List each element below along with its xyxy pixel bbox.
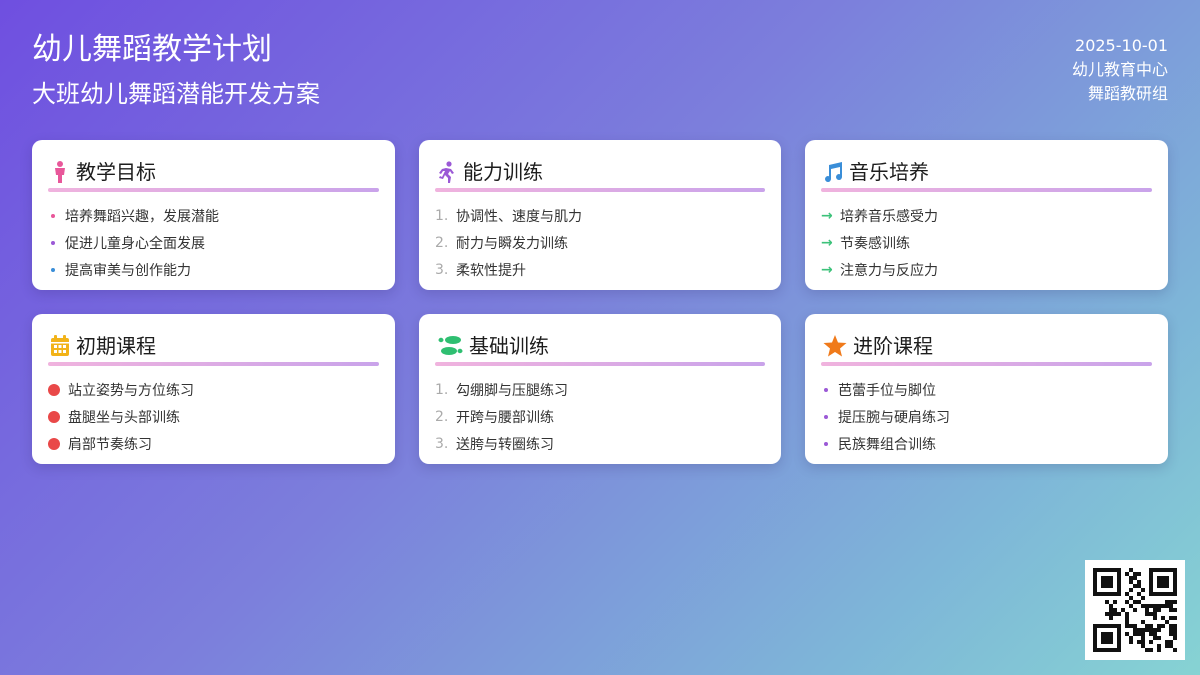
list-item: → 节奏感训练 <box>821 234 910 252</box>
list-item: 提压腕与硬肩练习 <box>821 403 1152 430</box>
card-title: 教学目标 <box>76 160 156 184</box>
red-dot-icon <box>48 437 60 450</box>
card-divider <box>48 362 379 366</box>
list-item: 2. 耐力与瞬发力训练 <box>435 234 568 252</box>
header-meta: 2025-10-01 幼儿教育中心 舞蹈教研组 <box>1072 34 1168 106</box>
qr-code-icon <box>1093 568 1177 652</box>
qr-code <box>1085 560 1185 660</box>
card-divider <box>821 188 1152 192</box>
list-item: 肩部节奏练习 <box>48 430 379 457</box>
list-item: 培养舞蹈兴趣，发展潜能 <box>48 202 379 229</box>
card-divider <box>435 362 765 366</box>
red-dot-icon <box>48 410 60 423</box>
item-list: 站立姿势与方位练习 盘腿坐与头部训练 肩部节奏练习 <box>48 376 379 457</box>
card-title: 音乐培养 <box>849 160 929 184</box>
list-item: 民族舞组合训练 <box>821 430 1152 457</box>
card-title: 进阶课程 <box>853 334 933 358</box>
item-list: 1. 协调性、速度与肌力 2. 耐力与瞬发力训练 3. 柔软性提升 <box>435 202 765 283</box>
card-music-training: 音乐培养 → 培养音乐感受力 → 节奏感训练 → 注意力与反应力 <box>805 140 1168 290</box>
list-item: 1. 勾绷脚与压腿练习 <box>435 381 568 399</box>
arrow-right-icon: → <box>821 207 833 224</box>
running-icon <box>435 160 459 184</box>
item-list: 芭蕾手位与脚位 提压腕与硬肩练习 民族舞组合训练 <box>821 376 1152 457</box>
group-label: 舞蹈教研组 <box>1087 84 1168 103</box>
header: 幼儿舞蹈教学计划 大班幼儿舞蹈潜能开发方案 <box>32 30 320 110</box>
child-icon <box>48 160 72 184</box>
list-item: 提高审美与创作能力 <box>48 256 379 283</box>
list-item: 3. 柔软性提升 <box>435 261 526 279</box>
calendar-icon <box>48 334 72 358</box>
arrow-right-icon: → <box>821 261 833 278</box>
list-item: 3. 送胯与转圈练习 <box>435 435 554 453</box>
card-title: 基础训练 <box>469 334 549 358</box>
item-list: → 培养音乐感受力 → 节奏感训练 → 注意力与反应力 <box>821 202 1152 283</box>
arrow-right-icon: → <box>821 234 833 251</box>
date-label: 2025-10-01 <box>1075 36 1168 55</box>
card-initial-course: 初期课程 站立姿势与方位练习 盘腿坐与头部训练 肩部节奏练习 <box>32 314 395 464</box>
star-icon <box>821 334 849 358</box>
card-title: 能力训练 <box>463 160 543 184</box>
card-divider <box>435 188 765 192</box>
page-title: 幼儿舞蹈教学计划 <box>32 32 272 67</box>
card-title: 初期课程 <box>76 334 156 358</box>
card-advanced-course: 进阶课程 芭蕾手位与脚位 提压腕与硬肩练习 民族舞组合训练 <box>805 314 1168 464</box>
list-item: 芭蕾手位与脚位 <box>821 376 1152 403</box>
list-item: 站立姿势与方位练习 <box>48 376 379 403</box>
card-divider <box>48 188 379 192</box>
org-label: 幼儿教育中心 <box>1071 60 1168 79</box>
footprints-icon <box>435 334 465 358</box>
list-item: 盘腿坐与头部训练 <box>48 403 379 430</box>
item-list: 培养舞蹈兴趣，发展潜能 促进儿童身心全面发展 提高审美与创作能力 <box>48 202 379 283</box>
card-grid: 教学目标 培养舞蹈兴趣，发展潜能 促进儿童身心全面发展 提高审美与创作能力 能力… <box>32 140 1168 464</box>
red-dot-icon <box>48 383 60 396</box>
list-item: → 注意力与反应力 <box>821 261 938 279</box>
item-list: 1. 勾绷脚与压腿练习 2. 开跨与腰部训练 3. 送胯与转圈练习 <box>435 376 765 457</box>
list-item: → 培养音乐感受力 <box>821 207 938 225</box>
card-teaching-goals: 教学目标 培养舞蹈兴趣，发展潜能 促进儿童身心全面发展 提高审美与创作能力 <box>32 140 395 290</box>
music-note-icon <box>821 160 845 184</box>
list-item: 2. 开跨与腰部训练 <box>435 408 554 426</box>
page-subtitle: 大班幼儿舞蹈潜能开发方案 <box>32 80 320 108</box>
card-basic-training: 基础训练 1. 勾绷脚与压腿练习 2. 开跨与腰部训练 3. 送胯与转圈练习 <box>419 314 781 464</box>
card-divider <box>821 362 1152 366</box>
list-item: 促进儿童身心全面发展 <box>48 229 379 256</box>
list-item: 1. 协调性、速度与肌力 <box>435 207 582 225</box>
card-ability-training: 能力训练 1. 协调性、速度与肌力 2. 耐力与瞬发力训练 3. 柔软性提升 <box>419 140 781 290</box>
